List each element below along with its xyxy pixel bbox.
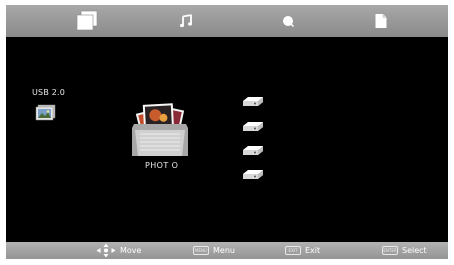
hint-select-label: Select xyxy=(402,246,427,255)
document-icon xyxy=(375,14,387,28)
photo-icon xyxy=(76,10,98,31)
drive-icon xyxy=(243,97,263,106)
exit-key-icon: EXIT xyxy=(285,246,301,255)
drive-item[interactable] xyxy=(242,121,264,132)
navigation-arrows-icon xyxy=(96,243,116,258)
hint-exit: EXIT Exit xyxy=(285,242,320,259)
movie-icon xyxy=(283,16,294,27)
hint-move: Move xyxy=(96,242,141,259)
hint-move-label: Move xyxy=(120,246,142,255)
tab-music[interactable] xyxy=(161,5,211,37)
footer-hint-bar: Move MENU Menu EXIT Exit ENTER Select xyxy=(6,242,448,259)
tab-photo[interactable] xyxy=(62,5,112,37)
usb-source-label: USB 2.0 xyxy=(32,88,66,97)
drive-icon xyxy=(243,146,263,155)
media-type-tabs xyxy=(6,5,448,37)
menu-key-icon: MENU xyxy=(193,246,209,255)
photo-folder-item[interactable] xyxy=(128,102,192,162)
music-note-icon xyxy=(180,14,192,28)
drive-item[interactable] xyxy=(242,145,264,156)
hint-select: ENTER Select xyxy=(382,242,427,259)
tab-text[interactable] xyxy=(356,5,406,37)
media-player-screen: USB 2.0 PHOT O Move MENU Menu EXIT Exit … xyxy=(6,5,448,259)
drive-icon xyxy=(243,170,263,179)
usb-thumbnail[interactable] xyxy=(35,104,57,125)
usb-photo-icon xyxy=(35,104,56,121)
select-key-icon: ENTER xyxy=(382,246,398,255)
photo-folder-label: PHOT O xyxy=(145,161,179,170)
hint-menu-label: Menu xyxy=(213,246,235,255)
hint-menu: MENU Menu xyxy=(193,242,235,259)
drive-item[interactable] xyxy=(242,169,264,180)
tab-movie[interactable] xyxy=(263,5,313,37)
drive-item[interactable] xyxy=(242,96,264,107)
photo-folder-icon xyxy=(132,103,188,156)
drive-icon xyxy=(243,122,263,131)
hint-exit-label: Exit xyxy=(305,246,321,255)
